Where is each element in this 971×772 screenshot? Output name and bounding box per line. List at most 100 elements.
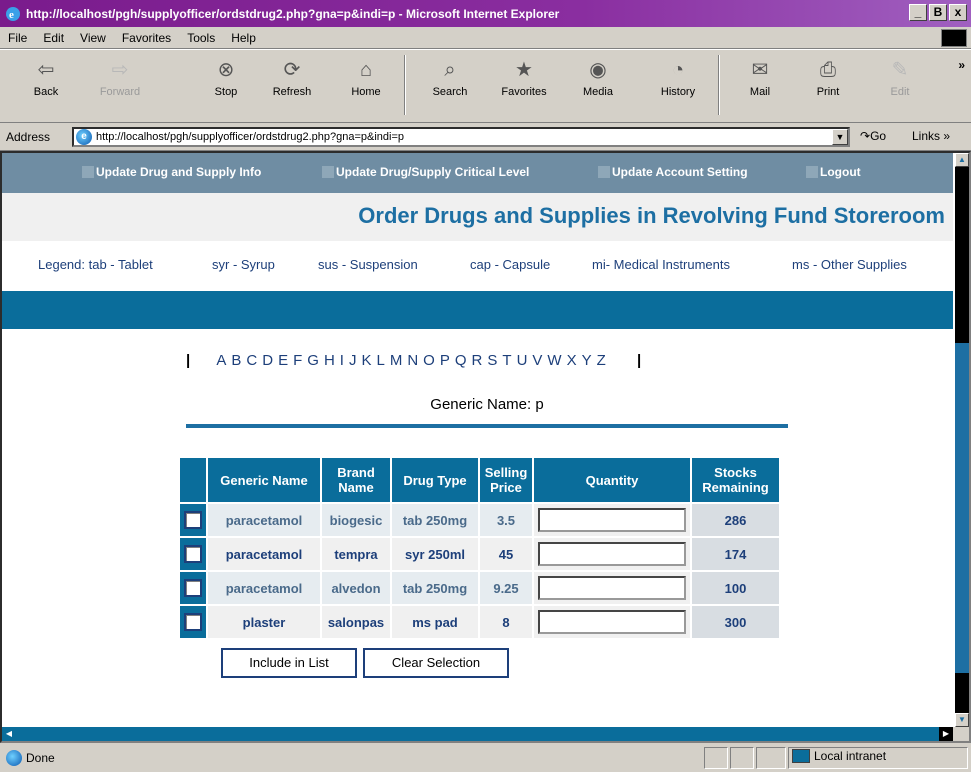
home-button[interactable]: ⌂ Home xyxy=(336,54,396,98)
stop-button[interactable]: ⊗ Stop xyxy=(196,54,256,98)
menu-edit[interactable]: Edit xyxy=(43,31,64,45)
alphabet-link-i[interactable]: I xyxy=(340,352,344,369)
alphabet-link-w[interactable]: W xyxy=(547,352,561,369)
scroll-left-button[interactable]: ◀ xyxy=(2,727,16,741)
cell-drug-type: tab 250mg xyxy=(392,504,478,536)
alphabet-link-q[interactable]: Q xyxy=(455,352,467,369)
quantity-input[interactable] xyxy=(538,542,686,566)
alphabet-divider: | xyxy=(636,352,642,369)
back-label: Back xyxy=(33,86,59,98)
cell-selling-price: 8 xyxy=(480,606,532,638)
alphabet-link-m[interactable]: M xyxy=(390,352,403,369)
alphabet-link-c[interactable]: C xyxy=(246,352,257,369)
address-input[interactable]: e http://localhost/pgh/supplyofficer/ord… xyxy=(72,127,850,147)
edit-button[interactable]: ✎ Edit xyxy=(870,54,930,98)
close-button[interactable]: x xyxy=(949,4,967,21)
mail-button[interactable]: ✉ Mail xyxy=(730,54,790,98)
quantity-input[interactable] xyxy=(538,576,686,600)
status-bar: Done Local intranet xyxy=(0,743,971,772)
window-title: http://localhost/pgh/supplyofficer/ordst… xyxy=(26,6,560,21)
media-button[interactable]: ◉ Media xyxy=(568,54,628,98)
alphabet-link-t[interactable]: T xyxy=(502,352,511,369)
cell-brand-name: tempra xyxy=(322,538,390,570)
nav-update-critical-level[interactable]: Update Drug/Supply Critical Level xyxy=(322,165,529,179)
maximize-button[interactable]: B xyxy=(929,4,947,21)
search-button[interactable]: ⌕ Search xyxy=(420,54,480,98)
links-button[interactable]: Links » xyxy=(912,129,950,143)
legend: Legend: tab - Tablet syr - Syrup sus - S… xyxy=(2,241,953,291)
menu-favorites[interactable]: Favorites xyxy=(122,31,171,45)
vertical-scroll-thumb[interactable] xyxy=(955,343,969,673)
scroll-right-button[interactable]: ▶ xyxy=(939,727,953,741)
row-select-cell xyxy=(180,538,206,570)
menu-help[interactable]: Help xyxy=(231,31,256,45)
vertical-scrollbar[interactable]: ▲ ▼ xyxy=(955,153,969,727)
alphabet-link-j[interactable]: J xyxy=(349,352,357,369)
alphabet-link-a[interactable]: A xyxy=(216,352,226,369)
alphabet-link-b[interactable]: B xyxy=(231,352,241,369)
go-button[interactable]: ↷Go xyxy=(860,129,886,143)
legend-sus: sus - Suspension xyxy=(318,257,418,272)
alphabet-link-n[interactable]: N xyxy=(407,352,418,369)
table-row: plaster salonpas ms pad 8 300 xyxy=(180,606,779,638)
quantity-input[interactable] xyxy=(538,610,686,634)
stop-label: Stop xyxy=(214,86,238,98)
nav-logout[interactable]: Logout xyxy=(806,165,861,179)
row-checkbox[interactable] xyxy=(184,511,202,529)
alphabet-index: | ABCDEFGHIJKLMNOPQRSTUVWXYZ | xyxy=(186,352,641,369)
alphabet-link-f[interactable]: F xyxy=(293,352,302,369)
table-row: paracetamol alvedon tab 250mg 9.25 100 xyxy=(180,572,779,604)
window-title-bar[interactable]: e http://localhost/pgh/supplyofficer/ord… xyxy=(0,0,971,27)
edit-label: Edit xyxy=(890,86,910,98)
alphabet-link-o[interactable]: O xyxy=(423,352,435,369)
menu-tools[interactable]: Tools xyxy=(187,31,215,45)
alphabet-link-v[interactable]: V xyxy=(532,352,542,369)
forward-button[interactable]: ⇨ Forward xyxy=(90,54,150,98)
cell-brand-name: biogesic xyxy=(322,504,390,536)
quantity-input[interactable] xyxy=(538,508,686,532)
alphabet-link-e[interactable]: E xyxy=(278,352,288,369)
page-title: Order Drugs and Supplies in Revolving Fu… xyxy=(358,203,945,228)
cell-quantity xyxy=(534,538,690,570)
alphabet-link-p[interactable]: P xyxy=(440,352,450,369)
row-checkbox[interactable] xyxy=(184,545,202,563)
row-checkbox[interactable] xyxy=(184,613,202,631)
legend-syr: syr - Syrup xyxy=(212,257,275,272)
scroll-down-button[interactable]: ▼ xyxy=(955,713,969,727)
horizontal-scrollbar[interactable]: ◀ ▶ xyxy=(2,727,953,741)
back-arrow-icon: ⇦ xyxy=(37,59,55,81)
alphabet-link-u[interactable]: U xyxy=(517,352,528,369)
row-checkbox[interactable] xyxy=(184,579,202,597)
history-button[interactable]: ◔ History xyxy=(648,54,708,98)
mail-icon: ✉ xyxy=(751,59,769,81)
alphabet-link-g[interactable]: G xyxy=(307,352,319,369)
alphabet-link-d[interactable]: D xyxy=(262,352,273,369)
header-generic-name: Generic Name xyxy=(208,458,320,502)
menu-view[interactable]: View xyxy=(80,31,106,45)
alphabet-link-k[interactable]: K xyxy=(361,352,371,369)
alphabet-link-h[interactable]: H xyxy=(324,352,335,369)
back-button[interactable]: ⇦ Back xyxy=(16,54,76,98)
nav-update-drug-supply-info[interactable]: Update Drug and Supply Info xyxy=(82,165,261,179)
refresh-button[interactable]: ⟳ Refresh xyxy=(262,54,322,98)
alphabet-link-r[interactable]: R xyxy=(472,352,483,369)
address-dropdown-button[interactable]: ▼ xyxy=(832,129,848,145)
print-button[interactable]: ⎙ Print xyxy=(798,54,858,98)
include-in-list-button[interactable]: Include in List xyxy=(221,648,357,678)
toolbar-more-chevron[interactable]: » xyxy=(958,58,965,72)
nav-update-account-setting[interactable]: Update Account Setting xyxy=(598,165,748,179)
alphabet-link-y[interactable]: Y xyxy=(582,352,592,369)
cell-generic-name: paracetamol xyxy=(208,538,320,570)
alphabet-link-z[interactable]: Z xyxy=(597,352,606,369)
alphabet-link-s[interactable]: S xyxy=(487,352,497,369)
minimize-button[interactable]: _ xyxy=(909,4,927,21)
favorites-button[interactable]: ★ Favorites xyxy=(494,54,554,98)
alphabet-divider: | xyxy=(186,352,191,369)
clear-selection-button[interactable]: Clear Selection xyxy=(363,648,509,678)
alphabet-link-x[interactable]: X xyxy=(567,352,577,369)
alphabet-link-l[interactable]: L xyxy=(376,352,384,369)
header-drug-type: Drug Type xyxy=(392,458,478,502)
header-band: Order Drugs and Supplies in Revolving Fu… xyxy=(2,193,953,241)
scroll-up-button[interactable]: ▲ xyxy=(955,153,969,167)
menu-file[interactable]: File xyxy=(8,31,27,45)
